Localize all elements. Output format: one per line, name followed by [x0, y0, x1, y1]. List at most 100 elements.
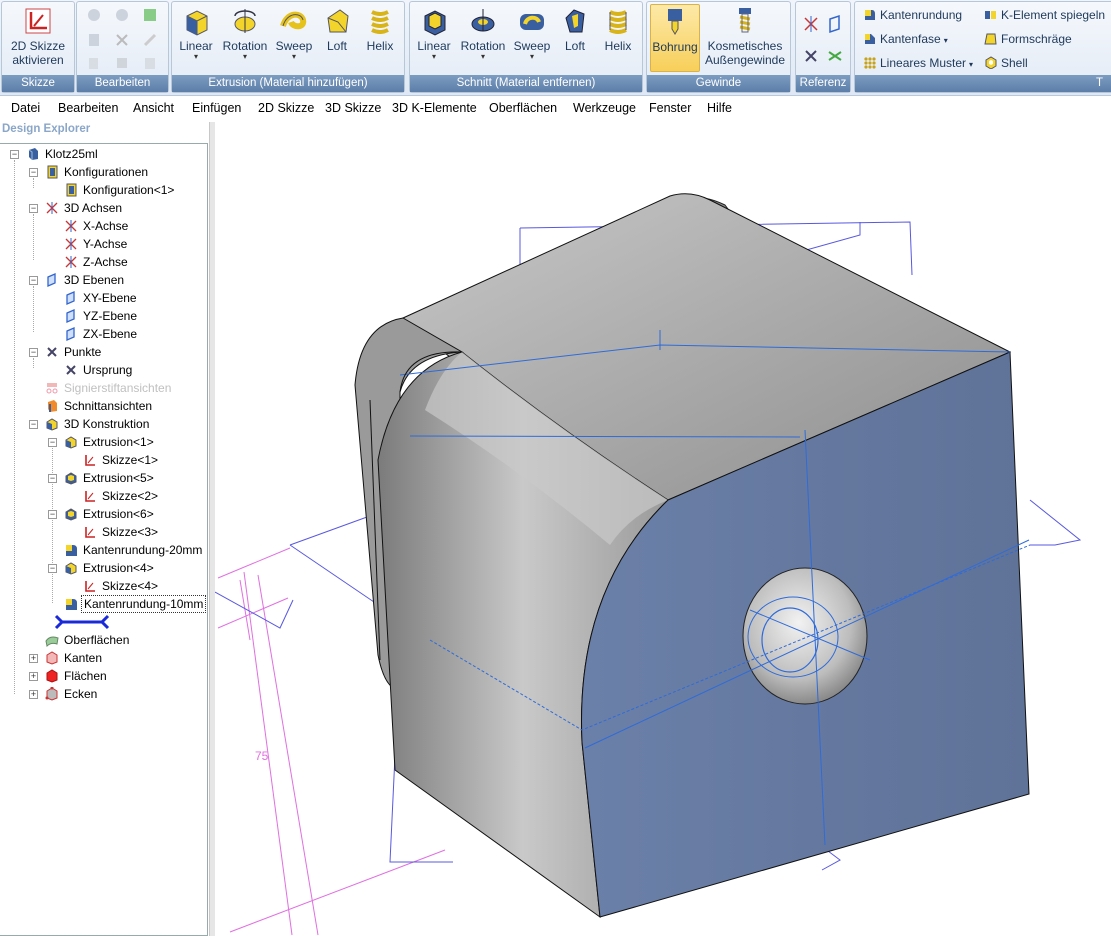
3d-model-view[interactable]: 75: [215, 122, 1111, 936]
spiegeln-label: K-Element spiegeln: [1001, 8, 1106, 22]
paste-icon[interactable]: [114, 55, 130, 71]
sketch-icon: [85, 581, 95, 592]
menu-ansicht[interactable]: Ansicht: [133, 101, 174, 115]
extrusion-linear-label: Linear: [179, 39, 213, 53]
construction-icon: [46, 418, 58, 431]
shell-button[interactable]: Shell: [984, 56, 1028, 70]
menu-hilfe[interactable]: Hilfe: [707, 101, 732, 115]
collapse-toggle[interactable]: −: [29, 348, 38, 357]
tree-label: YZ-Ebene: [83, 309, 138, 323]
axis-icon[interactable]: [801, 14, 821, 34]
menu-datei[interactable]: Datei: [11, 101, 40, 115]
cut-linear-button[interactable]: Linear ▾: [414, 4, 454, 61]
tree-label: Skizze<2>: [102, 489, 159, 503]
plane-icon[interactable]: [825, 14, 845, 34]
formschraege-button[interactable]: Formschräge: [984, 32, 1072, 46]
cut-sweep-button[interactable]: Sweep ▾: [511, 4, 553, 61]
extrusion-icon: [65, 508, 77, 521]
menu-oberflaechen[interactable]: Oberflächen: [489, 101, 557, 115]
cut-rotation-button[interactable]: Rotation ▾: [458, 4, 508, 61]
coordinate-system-icon[interactable]: [825, 46, 845, 66]
extrusion-loft-button[interactable]: Loft: [318, 4, 356, 53]
plane-icon: [66, 327, 75, 341]
tree-label: Extrusion<5>: [83, 471, 154, 485]
menu-bar: Datei Bearbeiten Ansicht Einfügen 2D Ski…: [0, 98, 1111, 120]
copy-icon[interactable]: [86, 55, 102, 71]
group-bearbeiten-label: Bearbeiten: [77, 75, 168, 92]
thread-icon: [739, 8, 751, 33]
activate-2d-sketch-button[interactable]: 2D Skizze aktivieren: [4, 4, 72, 67]
menu-einfuegen[interactable]: Einfügen: [192, 101, 241, 115]
document-icon[interactable]: [86, 32, 102, 48]
circle-icon[interactable]: [86, 7, 102, 23]
pencil-icon[interactable]: [142, 32, 158, 48]
lineares-muster-label: Lineares Muster: [880, 56, 967, 70]
group-features: Kantenrundung Kantenfase ▾ Lineares Muste…: [854, 1, 1111, 93]
menu-3d-k-elemente[interactable]: 3D K-Elemente: [392, 101, 477, 115]
bohrung-button[interactable]: Bohrung: [650, 4, 700, 72]
cut-loft-button[interactable]: Loft: [556, 4, 594, 53]
tree-label: Skizze<3>: [102, 525, 159, 539]
expand-toggle[interactable]: +: [29, 672, 38, 681]
bohrung-label: Bohrung: [652, 40, 698, 54]
tree-label: Flächen: [64, 669, 107, 683]
edit-icon[interactable]: [142, 7, 158, 23]
configuration-icon: [66, 183, 77, 197]
tree-label: 3D Ebenen: [64, 273, 125, 287]
spiegeln-button[interactable]: K-Element spiegeln: [984, 8, 1105, 22]
collapse-toggle[interactable]: −: [29, 168, 38, 177]
menu-2d-skizze[interactable]: 2D Skizze: [258, 101, 314, 115]
axis-icon: [65, 220, 77, 232]
axis-icon: [65, 238, 77, 250]
kantenfase-button[interactable]: Kantenfase ▾: [863, 32, 948, 46]
part-icon: [28, 148, 38, 160]
pattern-icon: [864, 57, 876, 69]
extrusion-sweep-button[interactable]: Sweep ▾: [273, 4, 315, 61]
collapse-toggle[interactable]: −: [48, 564, 57, 573]
tree-label: Z-Achse: [83, 255, 128, 269]
circle-icon[interactable]: [114, 7, 130, 23]
cut-helix-button[interactable]: Helix: [598, 4, 638, 53]
kantenrundung-button[interactable]: Kantenrundung: [863, 8, 962, 22]
collapse-toggle[interactable]: −: [29, 276, 38, 285]
expand-toggle[interactable]: +: [29, 690, 38, 699]
3d-viewport[interactable]: 75: [215, 122, 1111, 936]
cosmetic-thread-button[interactable]: Kosmetisches Außengewinde: [702, 4, 788, 67]
collapse-toggle[interactable]: −: [48, 438, 57, 447]
collapse-toggle[interactable]: −: [10, 150, 19, 159]
collapse-toggle[interactable]: −: [29, 420, 38, 429]
chevron-down-icon: ▾: [969, 60, 974, 69]
menu-werkzeuge[interactable]: Werkzeuge: [573, 101, 636, 115]
design-explorer-tree: − Klotz25ml − Konfigurationen Konfigurat…: [0, 143, 208, 936]
tree-label: Extrusion<4>: [83, 561, 154, 575]
collapse-toggle[interactable]: −: [29, 204, 38, 213]
sketch-icon: [85, 491, 95, 502]
collapse-toggle[interactable]: −: [48, 510, 57, 519]
cut-rotation-label: Rotation: [460, 39, 506, 53]
menu-3d-skizze[interactable]: 3D Skizze: [325, 101, 381, 115]
group-skizze-label: Skizze: [2, 75, 74, 92]
tree-label: Y-Achse: [83, 237, 128, 251]
tree-label: ZX-Ebene: [83, 327, 138, 341]
cut-linear-icon: [424, 10, 446, 36]
dimension-label: 75: [255, 749, 269, 763]
tree-label: 3D Achsen: [64, 201, 123, 215]
lineares-muster-button[interactable]: Lineares Muster ▾: [863, 56, 973, 70]
delete-icon[interactable]: [114, 32, 130, 48]
axis-icon: [46, 202, 58, 214]
cut-loft-icon: [565, 9, 585, 33]
extrusion-helix-button[interactable]: Helix: [360, 4, 400, 53]
rollback-bar[interactable]: [52, 613, 112, 631]
menu-bearbeiten[interactable]: Bearbeiten: [58, 101, 118, 115]
draft-icon: [984, 33, 997, 45]
collapse-toggle[interactable]: −: [48, 474, 57, 483]
design-explorer-title: Design Explorer: [2, 123, 91, 135]
group-referenz-label: Referenz: [796, 75, 850, 92]
extrusion-rotation-button[interactable]: Rotation ▾: [220, 4, 270, 61]
clipboard-icon[interactable]: [142, 55, 158, 71]
extrusion-icon: [65, 472, 77, 485]
extrusion-linear-button[interactable]: Linear ▾: [176, 4, 216, 61]
expand-toggle[interactable]: +: [29, 654, 38, 663]
point-icon[interactable]: [801, 46, 821, 66]
menu-fenster[interactable]: Fenster: [649, 101, 691, 115]
